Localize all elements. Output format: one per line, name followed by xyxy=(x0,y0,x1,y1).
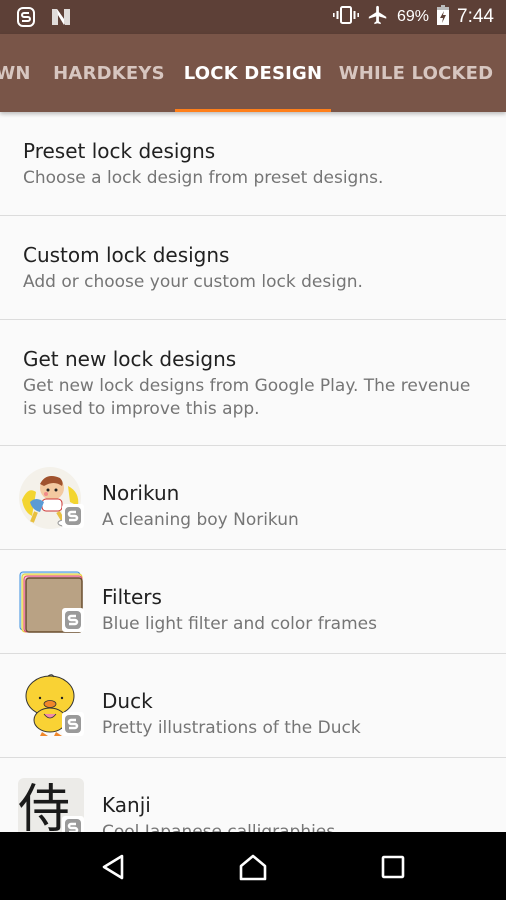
airplane-mode-icon xyxy=(367,4,389,31)
item-subtitle: Get new lock designs from Google Play. T… xyxy=(23,376,471,419)
item-subtitle: A cleaning boy Norikun xyxy=(102,510,299,530)
tab-indicator xyxy=(175,109,331,112)
filters-thumbnail-icon xyxy=(18,570,84,634)
item-title: Preset lock designs xyxy=(23,139,216,163)
item-title: Custom lock designs xyxy=(23,243,230,267)
recents-icon xyxy=(381,855,405,879)
tab-lock-design[interactable]: LOCK DESIGN xyxy=(175,34,331,112)
item-subtitle: Pretty illustrations of the Duck xyxy=(102,718,361,738)
app-badge-icon xyxy=(62,608,84,632)
home-icon xyxy=(239,854,267,881)
app-s-icon xyxy=(16,6,36,33)
tab-while-locked[interactable]: WHILE LOCKED xyxy=(333,34,499,112)
preset-lock-designs-item[interactable]: Preset lock designs Choose a lock design… xyxy=(0,112,506,216)
tab-bar: WN HARDKEYS LOCK DESIGN WHILE LOCKED xyxy=(0,34,506,112)
back-icon xyxy=(102,854,124,880)
clock: 7:44 xyxy=(457,6,494,27)
item-title: Duck xyxy=(102,689,153,713)
recents-button[interactable] xyxy=(376,850,410,884)
item-subtitle: Cool Japanese calligraphies xyxy=(102,822,336,832)
item-subtitle: Blue light filter and color frames xyxy=(102,614,377,634)
design-item-filters[interactable]: Filters Blue light filter and color fram… xyxy=(0,550,506,654)
item-subtitle: Add or choose your custom lock design. xyxy=(23,272,363,292)
back-button[interactable] xyxy=(96,850,130,884)
vibrate-icon xyxy=(332,5,359,30)
status-bar: 69% 7:44 xyxy=(0,0,506,34)
app-badge-icon xyxy=(62,816,84,832)
tab-shutdown[interactable]: WN xyxy=(0,34,48,112)
item-title: Kanji xyxy=(102,793,151,817)
app-badge-icon xyxy=(62,504,84,528)
home-button[interactable] xyxy=(236,850,270,884)
item-title: Filters xyxy=(102,585,162,609)
lock-design-list[interactable]: Preset lock designs Choose a lock design… xyxy=(0,112,506,832)
design-item-duck[interactable]: Duck Pretty illustrations of the Duck xyxy=(0,654,506,758)
design-item-kanji[interactable]: 侍 Kanji Cool Japanese calligraphies xyxy=(0,758,506,832)
kanji-thumbnail-icon: 侍 xyxy=(18,778,84,832)
duck-thumbnail-icon xyxy=(18,674,84,738)
item-title: Get new lock designs xyxy=(23,347,237,371)
design-item-norikun[interactable]: Norikun A cleaning boy Norikun xyxy=(0,446,506,550)
n-notification-icon xyxy=(50,7,72,32)
tab-hardkeys[interactable]: HARDKEYS xyxy=(45,34,173,112)
item-title: Norikun xyxy=(102,481,180,505)
norikun-thumbnail-icon xyxy=(18,466,84,530)
custom-lock-designs-item[interactable]: Custom lock designs Add or choose your c… xyxy=(0,216,506,320)
get-new-lock-designs-item[interactable]: Get new lock designs Get new lock design… xyxy=(0,320,506,446)
app-badge-icon xyxy=(62,712,84,736)
item-subtitle: Choose a lock design from preset designs… xyxy=(23,168,384,188)
battery-charging-icon xyxy=(437,4,450,30)
navigation-bar xyxy=(0,832,506,900)
battery-percent: 69% xyxy=(396,8,430,25)
